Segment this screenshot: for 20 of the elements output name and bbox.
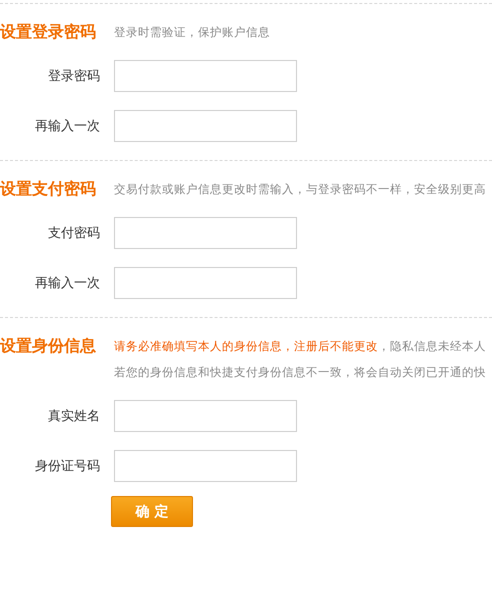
- input-field[interactable]: [114, 267, 297, 299]
- field-label: 身份证号码: [34, 458, 100, 475]
- section-title: 设置登录密码: [0, 22, 97, 42]
- section-title: 设置支付密码: [0, 179, 97, 199]
- input-field[interactable]: [114, 217, 297, 249]
- field-label: 登录密码: [47, 68, 100, 85]
- input-field[interactable]: [114, 450, 297, 482]
- section-title: 设置身份信息: [0, 336, 97, 356]
- hint-text: 若您的身份信息和快捷支付身份信息不一致，将会自动关闭已开通的快: [114, 364, 486, 381]
- confirm-button[interactable]: 确 定: [111, 496, 193, 527]
- input-field[interactable]: [114, 110, 297, 142]
- input-field[interactable]: [114, 400, 297, 432]
- input-field[interactable]: [114, 60, 297, 92]
- hint-text: 请务必准确填写本人的身份信息，注册后不能更改，隐私信息未经本人: [114, 338, 486, 355]
- hint-text: 交易付款或账户信息更改时需输入，与登录密码不一样，安全级别更高: [114, 181, 486, 198]
- field-label: 真实姓名: [47, 408, 100, 425]
- hint-text: 登录时需验证，保护账户信息: [114, 24, 270, 41]
- field-label: 再输入一次: [34, 275, 100, 292]
- field-label: 支付密码: [47, 225, 100, 242]
- field-label: 再输入一次: [34, 118, 100, 135]
